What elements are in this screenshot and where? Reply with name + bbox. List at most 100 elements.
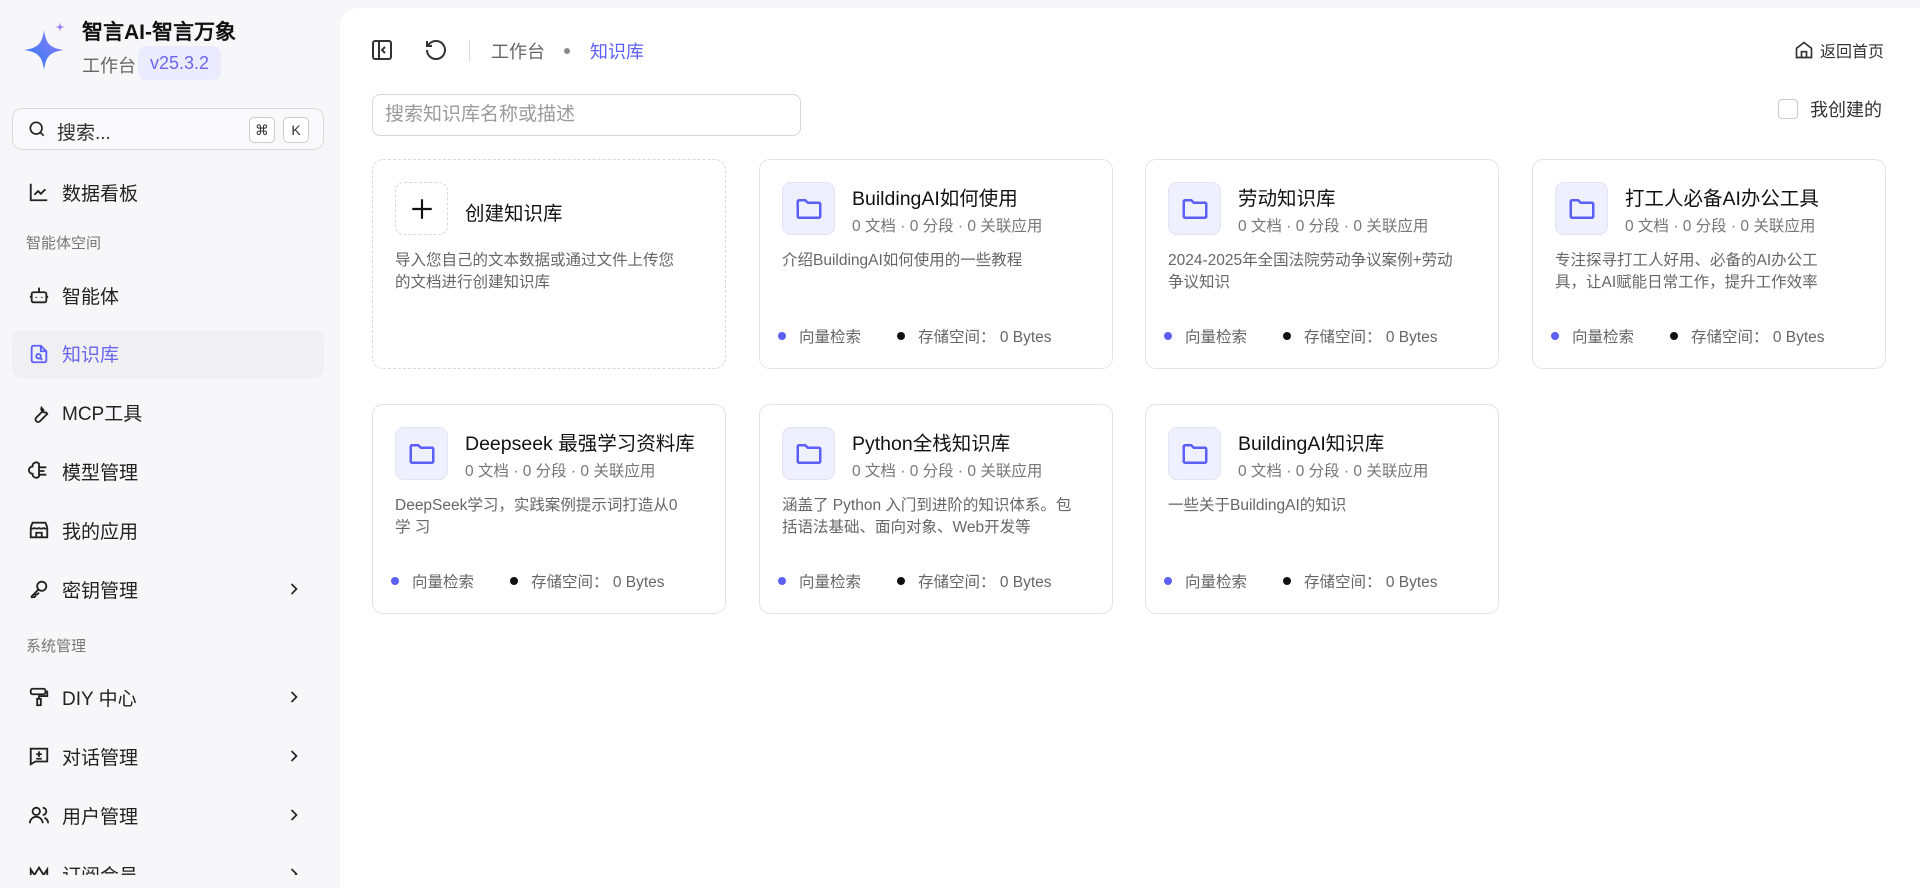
retrieval-dot-icon [778,577,786,585]
sidebar-item-3[interactable]: 模型管理 [12,447,324,495]
chevron-right-icon[interactable] [284,746,304,766]
sidebar-item-1[interactable]: 知识库 [12,329,324,378]
knowledge-card[interactable]: BuildingAI知识库 0 文档 · 0 分段 · 0 关联应用 一些关于B… [1145,404,1499,614]
folder-icon-box [782,427,835,480]
retrieval-dot-icon [391,577,399,585]
sidebar-item-4[interactable]: 我的应用 [12,506,324,554]
card-description: DeepSeek学习，实践案例提示词打造从0学 习 [395,497,678,536]
sparkle-logo-icon [24,22,65,70]
sidebar-search-placeholder: 搜索... [57,123,111,144]
sidebar-item-1[interactable]: 对话管理 [12,732,324,780]
storage-size: 存储空间： 0 Bytes [1304,329,1438,346]
workspace-label: 工作台 [82,56,136,76]
knowledge-card[interactable]: 打工人必备AI办公工具 0 文档 · 0 分段 · 0 关联应用 专注探寻打工人… [1532,159,1886,369]
header-divider [469,40,470,62]
brain-icon [28,461,47,480]
sidebar-item-label: MCP工具 [62,404,143,426]
sidebar: 智言AI-智言万象 工作台 v25.3.2 搜索... ⌘ K 数据看板 智能体… [0,0,340,875]
sidebar-item-label: 模型管理 [62,462,139,484]
created-by-me-checkbox[interactable]: 我创建的 [1778,96,1882,122]
knowledge-card[interactable]: Python全栈知识库 0 文档 · 0 分段 · 0 关联应用 涵盖了 Pyt… [759,404,1113,614]
sidebar-search[interactable]: 搜索... ⌘ K [12,108,324,150]
folder-icon [1182,198,1207,219]
card-stats: 0 文档 · 0 分段 · 0 关联应用 [852,463,1043,480]
sidebar-collapse-icon[interactable] [370,38,394,62]
sidebar-item-0[interactable]: 智能体 [12,271,324,319]
wrench-icon [34,405,49,423]
sidebar-item-5[interactable]: 密钥管理 [12,565,324,613]
card-title: 劳动知识库 [1238,188,1336,210]
sidebar-item-label: 数据看板 [62,183,139,205]
storage-size: 存储空间： 0 Bytes [1691,329,1825,346]
back-home-label: 返回首页 [1820,44,1885,61]
retrieval-mode: 向量检索 [1185,574,1248,591]
storage-dot-icon [897,577,906,585]
card-title: BuildingAI知识库 [1238,433,1385,455]
chevron-right-icon[interactable] [284,579,304,599]
section-agent-space: 智能体空间 [26,235,102,252]
search-icon [29,121,45,137]
created-by-me-label: 我创建的 [1810,100,1882,120]
folder-icon-box [1555,182,1608,235]
folder-icon [1182,443,1207,464]
folder-icon-box [395,427,448,480]
home-icon [1795,41,1813,59]
folder-icon-box [1168,182,1221,235]
sidebar-item-label: 智能体 [62,286,120,308]
storage-dot-icon [897,332,906,340]
card-footer: 向量检索 存储空间： 0 Bytes [1551,325,1825,347]
card-description: 介绍BuildingAI如何使用的一些教程 [782,252,1023,269]
refresh-icon[interactable] [424,38,448,62]
sidebar-item-2[interactable]: MCP工具 [12,389,324,437]
chevron-right-icon[interactable] [284,805,304,825]
card-footer: 向量检索 存储空间： 0 Bytes [1164,570,1438,592]
card-title: 打工人必备AI办公工具 [1625,188,1819,210]
plus-icon-box [395,182,448,235]
sidebar-item-label: 知识库 [62,345,120,367]
sidebar-item-label: 订阅会员 [62,861,138,876]
knowledge-card[interactable]: BuildingAI如何使用 0 文档 · 0 分段 · 0 关联应用 介绍Bu… [759,159,1113,369]
storage-dot-icon [510,577,519,585]
folder-icon [409,443,434,464]
sidebar-item-label: 密钥管理 [62,580,139,602]
card-stats: 0 文档 · 0 分段 · 0 关联应用 [1625,218,1816,235]
sidebar-item-dashboard[interactable]: 数据看板 [12,168,324,216]
card-footer: 向量检索 存储空间： 0 Bytes [778,570,1052,592]
back-home-button[interactable]: 返回首页 [1794,38,1884,62]
retrieval-mode: 向量检索 [1185,329,1248,346]
section-system: 系统管理 [26,638,87,655]
folder-icon [796,443,821,464]
knowledge-card[interactable]: 劳动知识库 0 文档 · 0 分段 · 0 关联应用 2024-2025年全国法… [1145,159,1499,369]
create-card-title: 创建知识库 [465,203,563,225]
card-footer: 向量检索 存储空间： 0 Bytes [391,570,665,592]
retrieval-mode: 向量检索 [1572,329,1635,346]
create-knowledge-card[interactable]: 创建知识库 导入您自己的文本数据或通过文件上传您的文档进行创建知识库 [372,159,726,369]
card-stats: 0 文档 · 0 分段 · 0 关联应用 [852,218,1043,235]
retrieval-dot-icon [1551,332,1559,340]
shortcut-cmd-key: ⌘ [249,117,275,143]
knowledge-card[interactable]: Deepseek 最强学习资料库 0 文档 · 0 分段 · 0 关联应用 De… [372,404,726,614]
chevron-right-icon[interactable] [284,687,304,707]
retrieval-dot-icon [1164,577,1172,585]
create-card-description: 导入您自己的文本数据或通过文件上传您的文档进行创建知识库 [395,252,675,291]
breadcrumb-root[interactable]: 工作台 [491,38,545,64]
breadcrumb-separator [564,48,570,54]
checkbox-box[interactable] [1778,99,1798,119]
sidebar-item-3[interactable]: 订阅会员 [12,850,324,875]
sidebar-item-2[interactable]: 用户管理 [12,791,324,839]
shortcut-k-key: K [283,117,309,143]
folder-icon-box [1168,427,1221,480]
sidebar-item-0[interactable]: DIY 中心 [12,673,324,721]
bot-icon [29,287,49,304]
crown-icon [29,865,49,875]
storage-size: 存储空间： 0 Bytes [1304,574,1438,591]
folder-icon-box [782,182,835,235]
chevron-right-icon[interactable] [284,864,304,875]
card-title: Python全栈知识库 [852,433,1011,455]
card-stats: 0 文档 · 0 分段 · 0 关联应用 [1238,463,1429,480]
message-icon [29,747,49,766]
card-footer: 向量检索 存储空间： 0 Bytes [778,325,1052,347]
storage-dot-icon [1283,332,1292,340]
card-description: 一些关于BuildingAI的知识 [1168,497,1347,514]
knowledge-search-input[interactable] [372,94,801,136]
